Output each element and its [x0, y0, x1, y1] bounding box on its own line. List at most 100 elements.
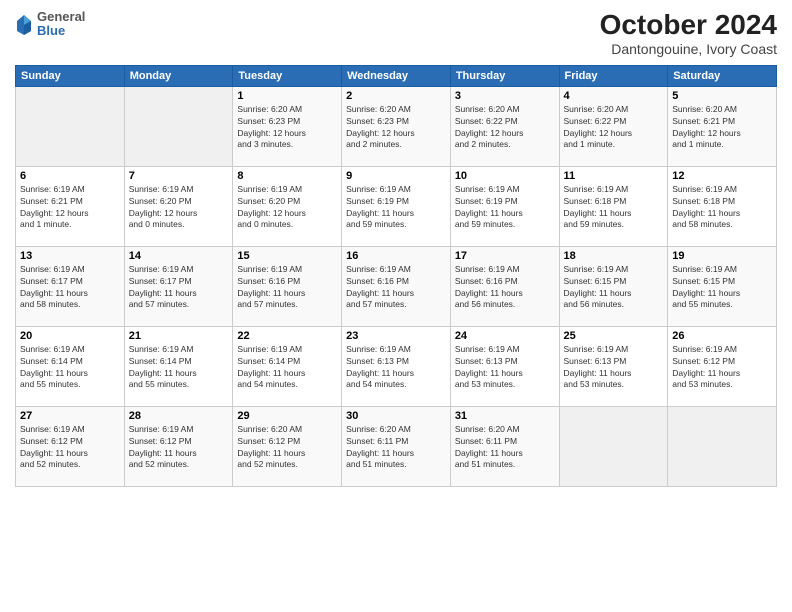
day-info: Sunrise: 6:19 AMSunset: 6:15 PMDaylight:…	[564, 264, 664, 312]
day-info: Sunrise: 6:19 AMSunset: 6:17 PMDaylight:…	[20, 264, 120, 312]
day-info: Sunrise: 6:20 AMSunset: 6:23 PMDaylight:…	[237, 104, 337, 152]
day-info: Sunrise: 6:19 AMSunset: 6:19 PMDaylight:…	[346, 184, 446, 232]
day-info: Sunrise: 6:20 AMSunset: 6:21 PMDaylight:…	[672, 104, 772, 152]
calendar-cell: 5 Sunrise: 6:20 AMSunset: 6:21 PMDaylight…	[668, 86, 777, 166]
calendar-cell: 25 Sunrise: 6:19 AMSunset: 6:13 PMDayligh…	[559, 326, 668, 406]
calendar-cell: 3 Sunrise: 6:20 AMSunset: 6:22 PMDaylight…	[450, 86, 559, 166]
location-subtitle: Dantongouine, Ivory Coast	[600, 41, 777, 57]
day-info: Sunrise: 6:19 AMSunset: 6:14 PMDaylight:…	[20, 344, 120, 392]
day-number: 15	[237, 250, 337, 262]
day-info: Sunrise: 6:19 AMSunset: 6:17 PMDaylight:…	[129, 264, 229, 312]
day-number: 10	[455, 170, 555, 182]
calendar-cell: 19 Sunrise: 6:19 AMSunset: 6:15 PMDayligh…	[668, 246, 777, 326]
day-number: 16	[346, 250, 446, 262]
day-number: 23	[346, 330, 446, 342]
calendar-week-4: 20 Sunrise: 6:19 AMSunset: 6:14 PMDayligh…	[16, 326, 777, 406]
day-info: Sunrise: 6:19 AMSunset: 6:20 PMDaylight:…	[129, 184, 229, 232]
day-number: 17	[455, 250, 555, 262]
calendar-cell: 28 Sunrise: 6:19 AMSunset: 6:12 PMDayligh…	[124, 406, 233, 486]
day-info: Sunrise: 6:19 AMSunset: 6:13 PMDaylight:…	[455, 344, 555, 392]
day-number: 6	[20, 170, 120, 182]
day-header-sunday: Sunday	[16, 65, 125, 86]
day-info: Sunrise: 6:19 AMSunset: 6:16 PMDaylight:…	[346, 264, 446, 312]
calendar-cell: 14 Sunrise: 6:19 AMSunset: 6:17 PMDayligh…	[124, 246, 233, 326]
logo: General Blue	[15, 10, 85, 39]
day-header-tuesday: Tuesday	[233, 65, 342, 86]
day-info: Sunrise: 6:20 AMSunset: 6:22 PMDaylight:…	[455, 104, 555, 152]
day-info: Sunrise: 6:19 AMSunset: 6:18 PMDaylight:…	[564, 184, 664, 232]
calendar-cell: 24 Sunrise: 6:19 AMSunset: 6:13 PMDayligh…	[450, 326, 559, 406]
day-number: 21	[129, 330, 229, 342]
calendar-cell: 7 Sunrise: 6:19 AMSunset: 6:20 PMDaylight…	[124, 166, 233, 246]
day-info: Sunrise: 6:20 AMSunset: 6:11 PMDaylight:…	[346, 424, 446, 472]
calendar-cell: 30 Sunrise: 6:20 AMSunset: 6:11 PMDayligh…	[342, 406, 451, 486]
day-number: 5	[672, 90, 772, 102]
month-title: October 2024	[600, 10, 777, 41]
calendar-week-5: 27 Sunrise: 6:19 AMSunset: 6:12 PMDayligh…	[16, 406, 777, 486]
calendar-cell: 8Sunrise: 6:19 AMSunset: 6:20 PMDaylight…	[233, 166, 342, 246]
calendar-cell: 16 Sunrise: 6:19 AMSunset: 6:16 PMDayligh…	[342, 246, 451, 326]
day-number: 14	[129, 250, 229, 262]
calendar-cell: 15 Sunrise: 6:19 AMSunset: 6:16 PMDayligh…	[233, 246, 342, 326]
day-info: Sunrise: 6:19 AMSunset: 6:13 PMDaylight:…	[346, 344, 446, 392]
day-number: 7	[129, 170, 229, 182]
calendar-cell: 11Sunrise: 6:19 AMSunset: 6:18 PMDayligh…	[559, 166, 668, 246]
calendar-cell: 12Sunrise: 6:19 AMSunset: 6:18 PMDayligh…	[668, 166, 777, 246]
day-number: 4	[564, 90, 664, 102]
title-area: October 2024 Dantongouine, Ivory Coast	[600, 10, 777, 57]
day-header-wednesday: Wednesday	[342, 65, 451, 86]
calendar-cell: 26Sunrise: 6:19 AMSunset: 6:12 PMDayligh…	[668, 326, 777, 406]
calendar-cell: 31 Sunrise: 6:20 AMSunset: 6:11 PMDayligh…	[450, 406, 559, 486]
day-number: 27	[20, 410, 120, 422]
day-info: Sunrise: 6:19 AMSunset: 6:14 PMDaylight:…	[237, 344, 337, 392]
day-info: Sunrise: 6:19 AMSunset: 6:21 PMDaylight:…	[20, 184, 120, 232]
calendar-cell	[124, 86, 233, 166]
calendar-cell: 18 Sunrise: 6:19 AMSunset: 6:15 PMDayligh…	[559, 246, 668, 326]
day-number: 28	[129, 410, 229, 422]
calendar: SundayMondayTuesdayWednesdayThursdayFrid…	[15, 65, 777, 487]
day-number: 18	[564, 250, 664, 262]
calendar-cell: 17 Sunrise: 6:19 AMSunset: 6:16 PMDayligh…	[450, 246, 559, 326]
calendar-cell: 10 Sunrise: 6:19 AMSunset: 6:19 PMDayligh…	[450, 166, 559, 246]
day-info: Sunrise: 6:19 AMSunset: 6:15 PMDaylight:…	[672, 264, 772, 312]
day-number: 26	[672, 330, 772, 342]
day-header-friday: Friday	[559, 65, 668, 86]
day-info: Sunrise: 6:20 AMSunset: 6:23 PMDaylight:…	[346, 104, 446, 152]
logo-line2: Blue	[37, 24, 85, 38]
day-info: Sunrise: 6:19 AMSunset: 6:14 PMDaylight:…	[129, 344, 229, 392]
day-number: 22	[237, 330, 337, 342]
day-number: 29	[237, 410, 337, 422]
day-number: 24	[455, 330, 555, 342]
calendar-cell: 6 Sunrise: 6:19 AMSunset: 6:21 PMDaylight…	[16, 166, 125, 246]
header: General Blue October 2024 Dantongouine, …	[15, 10, 777, 57]
day-info: Sunrise: 6:19 AMSunset: 6:13 PMDaylight:…	[564, 344, 664, 392]
day-info: Sunrise: 6:19 AMSunset: 6:12 PMDaylight:…	[129, 424, 229, 472]
calendar-cell: 2 Sunrise: 6:20 AMSunset: 6:23 PMDaylight…	[342, 86, 451, 166]
logo-line1: General	[37, 10, 85, 24]
day-header-monday: Monday	[124, 65, 233, 86]
day-number: 31	[455, 410, 555, 422]
day-info: Sunrise: 6:19 AMSunset: 6:16 PMDaylight:…	[455, 264, 555, 312]
day-number: 3	[455, 90, 555, 102]
day-info: Sunrise: 6:19 AMSunset: 6:12 PMDaylight:…	[20, 424, 120, 472]
calendar-cell: 20 Sunrise: 6:19 AMSunset: 6:14 PMDayligh…	[16, 326, 125, 406]
calendar-cell: 27 Sunrise: 6:19 AMSunset: 6:12 PMDayligh…	[16, 406, 125, 486]
day-number: 19	[672, 250, 772, 262]
calendar-cell: 9Sunrise: 6:19 AMSunset: 6:19 PMDaylight…	[342, 166, 451, 246]
day-info: Sunrise: 6:19 AMSunset: 6:19 PMDaylight:…	[455, 184, 555, 232]
day-number: 30	[346, 410, 446, 422]
day-info: Sunrise: 6:20 AMSunset: 6:11 PMDaylight:…	[455, 424, 555, 472]
calendar-cell: 13Sunrise: 6:19 AMSunset: 6:17 PMDayligh…	[16, 246, 125, 326]
day-header-saturday: Saturday	[668, 65, 777, 86]
day-info: Sunrise: 6:19 AMSunset: 6:20 PMDaylight:…	[237, 184, 337, 232]
calendar-cell: 4Sunrise: 6:20 AMSunset: 6:22 PMDaylight…	[559, 86, 668, 166]
calendar-cell: 1Sunrise: 6:20 AMSunset: 6:23 PMDaylight…	[233, 86, 342, 166]
day-info: Sunrise: 6:19 AMSunset: 6:16 PMDaylight:…	[237, 264, 337, 312]
day-header-thursday: Thursday	[450, 65, 559, 86]
day-number: 25	[564, 330, 664, 342]
day-number: 2	[346, 90, 446, 102]
day-number: 20	[20, 330, 120, 342]
logo-text: General Blue	[37, 10, 85, 39]
calendar-cell: 21 Sunrise: 6:19 AMSunset: 6:14 PMDayligh…	[124, 326, 233, 406]
calendar-cell	[668, 406, 777, 486]
